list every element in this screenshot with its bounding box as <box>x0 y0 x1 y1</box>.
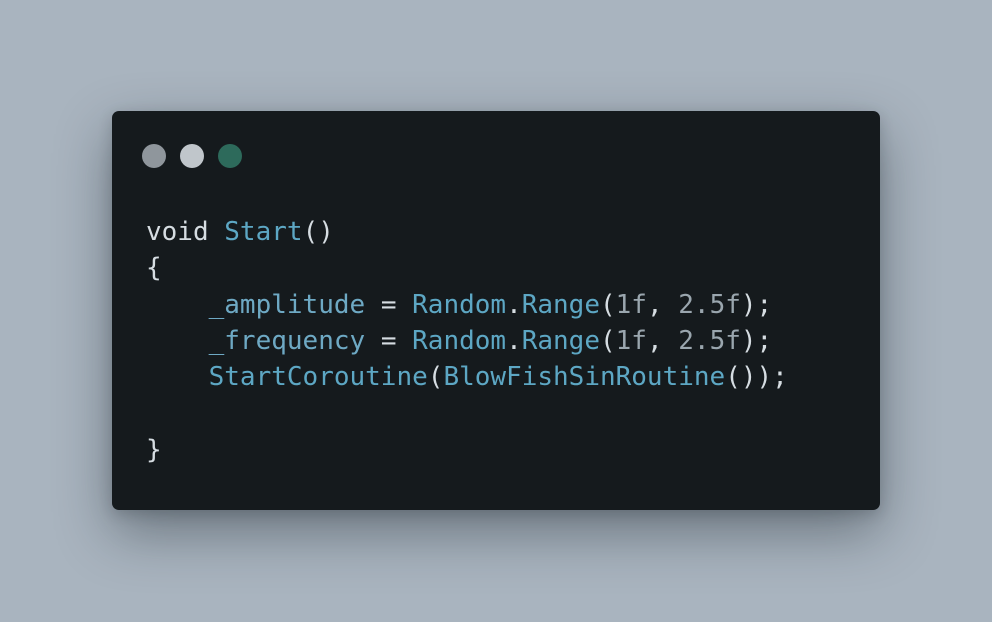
code-token: ); <box>740 289 773 320</box>
code-token: Random <box>412 325 507 356</box>
code-token: 1f <box>615 289 647 320</box>
code-token: 2.5f <box>678 289 741 320</box>
code-token: Range <box>521 289 600 320</box>
code-token: ( <box>600 289 616 320</box>
code-token: Range <box>521 325 600 356</box>
code-token: = <box>365 325 413 356</box>
code-token: { <box>146 253 162 284</box>
code-token: , <box>646 289 679 320</box>
code-token: ); <box>740 325 773 356</box>
code-token: ( <box>600 325 616 356</box>
code-token: } <box>146 434 162 465</box>
window-dot-gray <box>142 144 166 168</box>
code-token: _amplitude <box>208 289 366 320</box>
code-line-2: { <box>146 250 788 286</box>
code-token: 2.5f <box>678 325 741 356</box>
window-dot-green <box>218 144 242 168</box>
code-line-1: void Start() <box>146 214 788 250</box>
code-token: BlowFishSinRoutine <box>443 362 726 392</box>
code-line-5: StartCoroutine(BlowFishSinRoutine()); <box>146 359 788 395</box>
code-token: () <box>302 217 334 247</box>
code-token: StartCoroutine <box>208 362 428 392</box>
code-token: . <box>506 289 522 320</box>
code-line-7: } <box>146 432 788 468</box>
code-block: void Start(){ _amplitude = Random.Range(… <box>146 214 788 468</box>
code-token: _frequency <box>208 325 366 356</box>
code-token: ()); <box>725 362 788 392</box>
code-token: ( <box>427 362 444 392</box>
code-window: void Start(){ _amplitude = Random.Range(… <box>112 111 880 510</box>
code-token: void <box>146 217 209 247</box>
code-token: Start <box>224 217 303 247</box>
code-token: . <box>506 325 522 356</box>
code-token: = <box>365 289 413 320</box>
code-line-4: _frequency = Random.Range(1f, 2.5f); <box>146 323 788 359</box>
code-token: 1f <box>615 325 647 356</box>
code-line-3: _amplitude = Random.Range(1f, 2.5f); <box>146 287 788 323</box>
screenshot-background: void Start(){ _amplitude = Random.Range(… <box>0 0 992 622</box>
code-token: Random <box>412 289 507 320</box>
window-dot-light <box>180 144 204 168</box>
window-controls <box>142 144 242 168</box>
code-token: , <box>646 325 679 356</box>
